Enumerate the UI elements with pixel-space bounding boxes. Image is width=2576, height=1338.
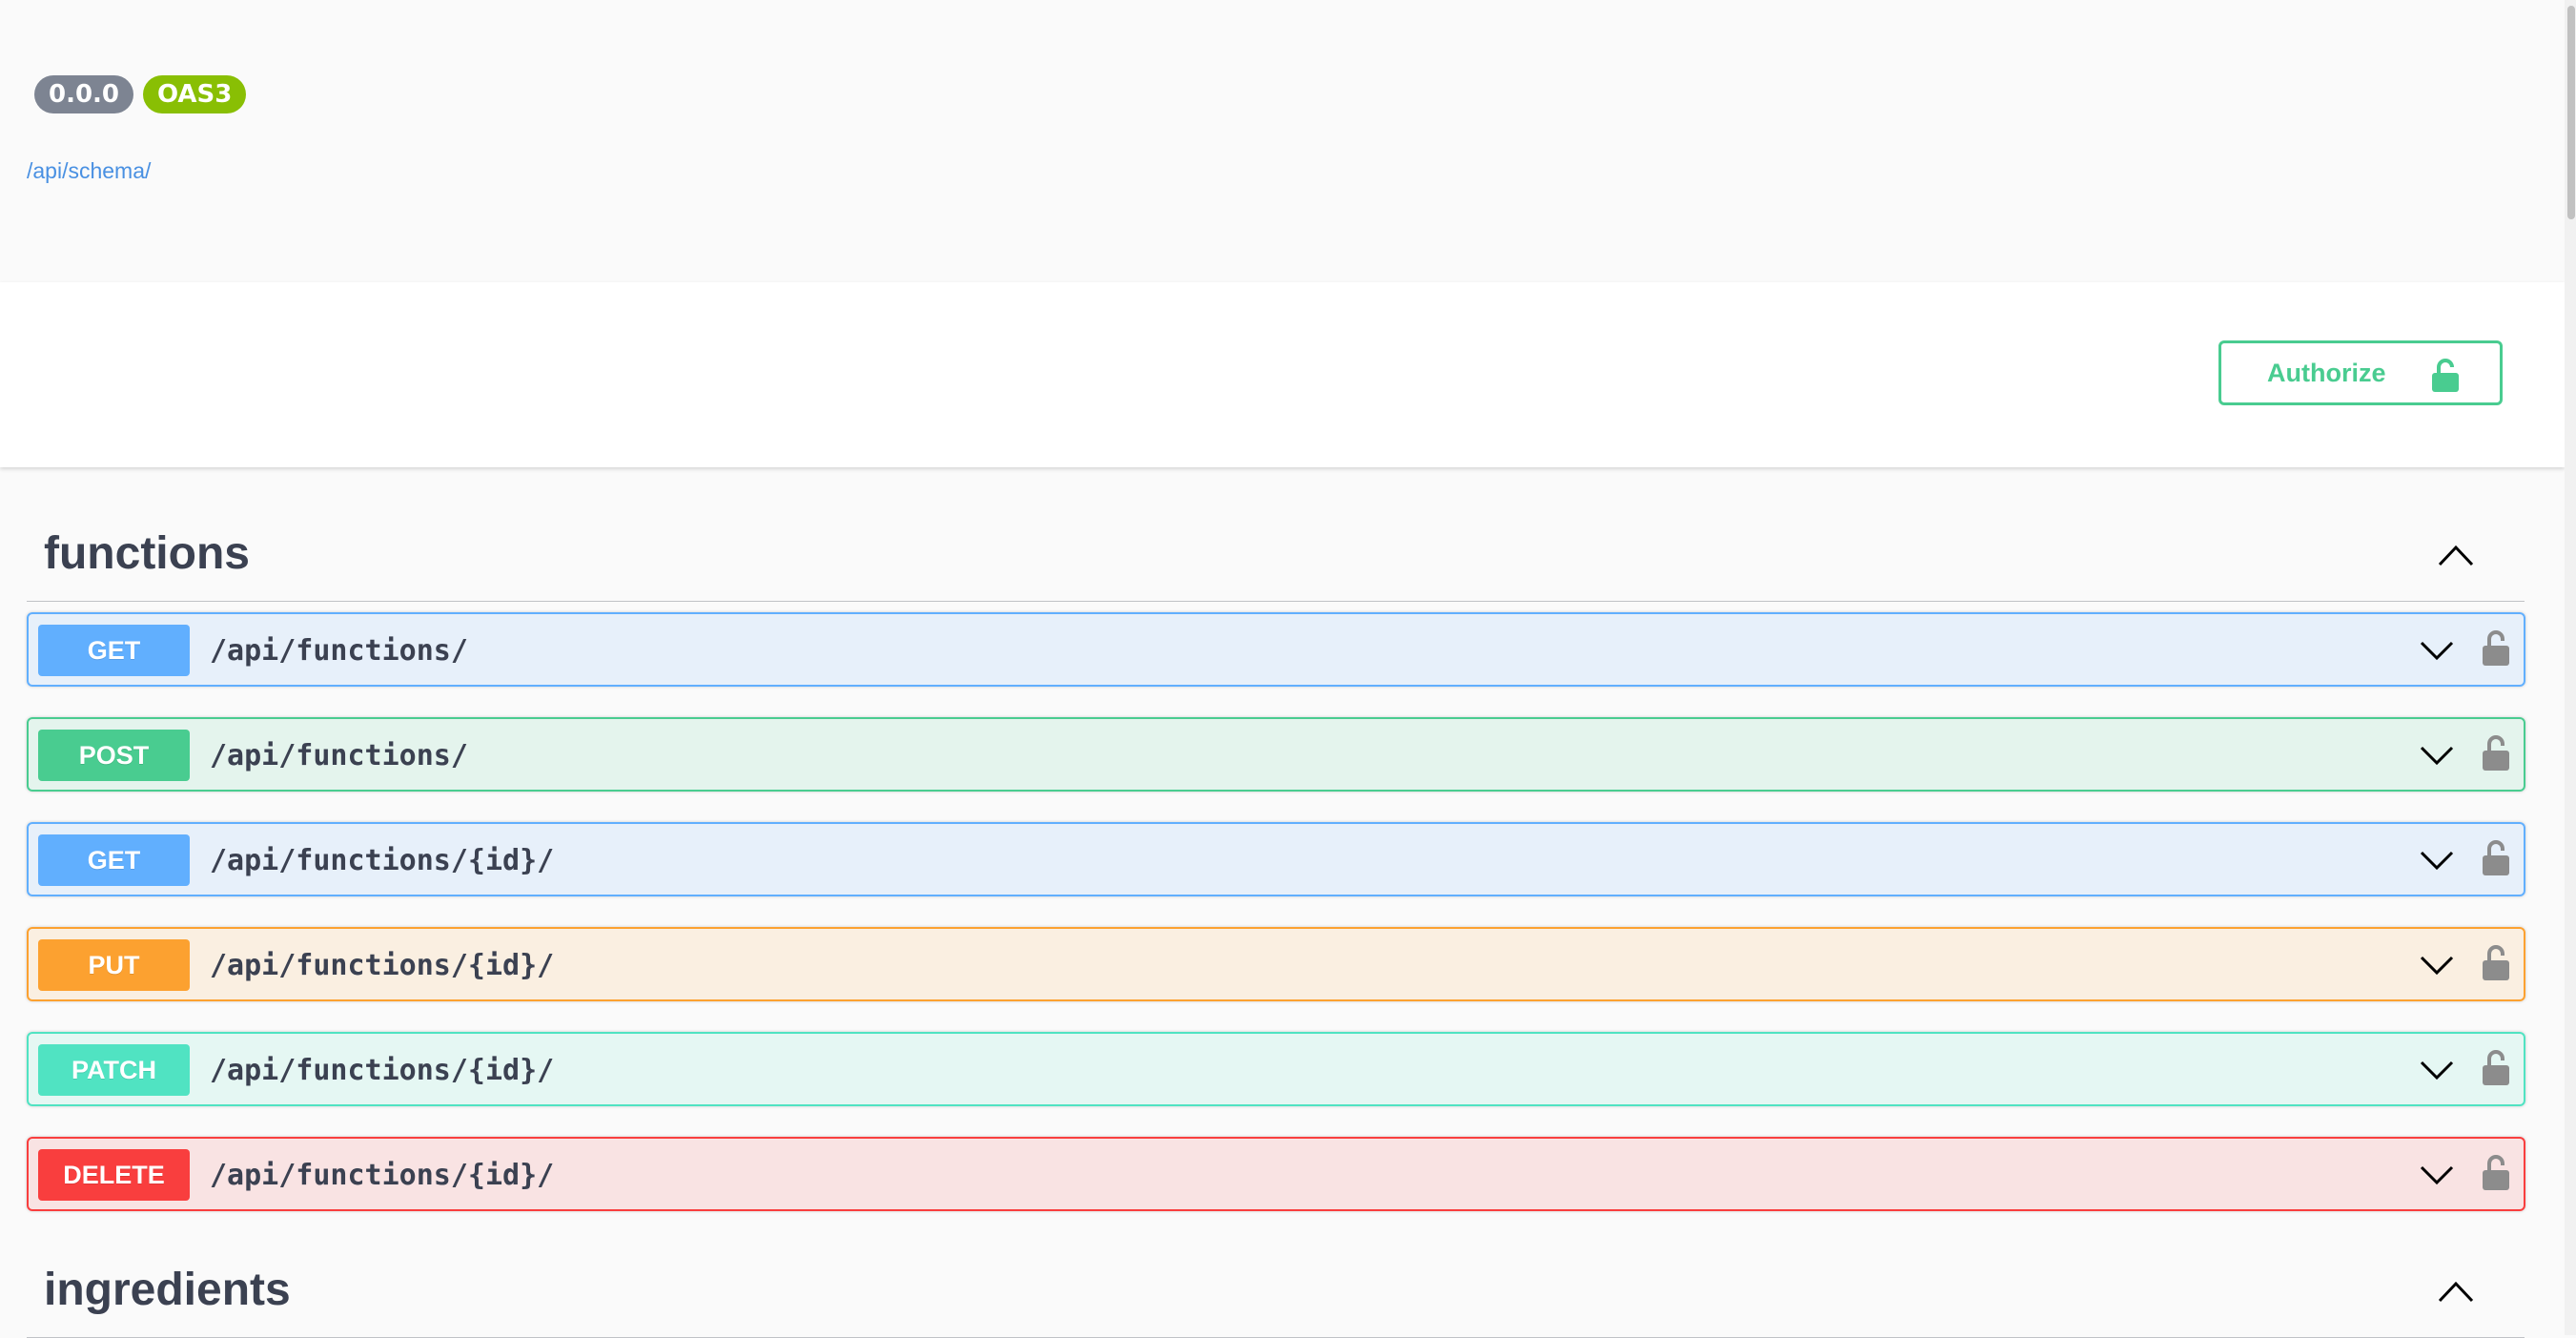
operation-row[interactable]: GET /api/functions/{id}/ [27, 822, 2525, 896]
operation-path: /api/functions/{id}/ [210, 1159, 555, 1192]
method-badge: POST [38, 730, 190, 781]
chevron-down-icon[interactable] [2419, 744, 2455, 772]
method-badge: PUT [38, 939, 190, 991]
chevron-down-icon[interactable] [2419, 1059, 2455, 1086]
method-badge: PATCH [38, 1044, 190, 1096]
operation-row[interactable]: DELETE /api/functions/{id}/ [27, 1137, 2525, 1211]
method-badge: GET [38, 625, 190, 676]
operation-path: /api/functions/ [210, 634, 468, 668]
schema-link[interactable]: /api/schema/ [27, 158, 151, 184]
scrollbar-thumb[interactable] [2567, 6, 2575, 219]
unlocked-padlock-icon[interactable] [2482, 734, 2510, 777]
unlocked-padlock-icon[interactable] [2482, 944, 2510, 987]
operation-path: /api/functions/{id}/ [210, 949, 555, 982]
tag-header-ingredients[interactable]: ingredients [27, 1243, 2525, 1338]
unlocked-padlock-icon[interactable] [2482, 629, 2510, 672]
oas-badge: OAS3 [143, 75, 247, 113]
info-section: 0.0.0 OAS3 /api/schema/ [0, 0, 2565, 282]
unlocked-padlock-icon [2431, 359, 2460, 400]
chevron-down-icon[interactable] [2419, 1163, 2455, 1191]
unlocked-padlock-icon[interactable] [2482, 1154, 2510, 1197]
tag-title: ingredients [44, 1265, 291, 1315]
operation-row[interactable]: GET /api/functions/ [27, 612, 2525, 687]
operation-row[interactable]: PUT /api/functions/{id}/ [27, 927, 2525, 1001]
version-badges: 0.0.0 OAS3 [34, 75, 247, 113]
authorize-label: Authorize [2267, 358, 2386, 387]
method-badge: DELETE [38, 1149, 190, 1201]
operation-row[interactable]: POST /api/functions/ [27, 717, 2525, 792]
chevron-down-icon[interactable] [2419, 849, 2455, 876]
authorize-button[interactable]: Authorize [2218, 340, 2503, 405]
unlocked-padlock-icon[interactable] [2482, 1049, 2510, 1092]
operation-path: /api/functions/{id}/ [210, 1054, 555, 1087]
tag-title: functions [44, 528, 250, 579]
method-badge: GET [38, 834, 190, 886]
scheme-container [0, 282, 2565, 467]
operation-row[interactable]: PATCH /api/functions/{id}/ [27, 1032, 2525, 1106]
operation-path: /api/functions/{id}/ [210, 844, 555, 877]
operation-path: /api/functions/ [210, 739, 468, 772]
chevron-up-icon[interactable] [2437, 543, 2475, 572]
tag-header-functions[interactable]: functions [27, 506, 2525, 602]
version-badge: 0.0.0 [34, 75, 134, 113]
chevron-up-icon[interactable] [2437, 1279, 2475, 1308]
unlocked-padlock-icon[interactable] [2482, 839, 2510, 882]
chevron-down-icon[interactable] [2419, 954, 2455, 981]
chevron-down-icon[interactable] [2419, 639, 2455, 667]
